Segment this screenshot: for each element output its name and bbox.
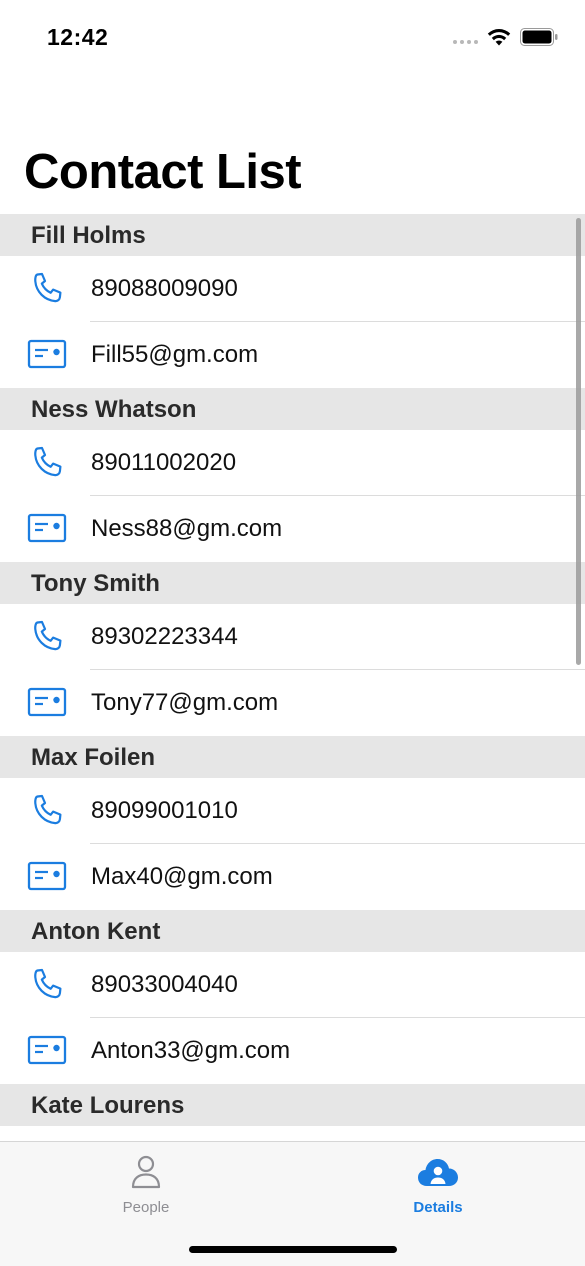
email-address: Anton33@gm.com <box>91 1037 291 1064</box>
battery-icon <box>520 28 558 46</box>
section-header: Anton Kent <box>0 910 585 952</box>
status-time: 12:42 <box>47 24 109 50</box>
tab-people-label: People <box>122 1199 170 1216</box>
contact-phone-row[interactable]: 89099001010 <box>0 778 585 844</box>
tab-details-label: Details <box>413 1199 463 1216</box>
email-card-icon <box>27 510 67 546</box>
phone-icon <box>27 270 67 306</box>
contact-email-row[interactable]: Max40@gm.com <box>0 844 585 910</box>
phone-icon <box>27 618 67 654</box>
page-title: Contact List <box>24 145 302 199</box>
email-address: Max40@gm.com <box>91 863 273 890</box>
section-header: Tony Smith <box>0 562 585 604</box>
status-bar: 12:42 <box>0 0 585 80</box>
tab-people[interactable]: People <box>76 1154 216 1234</box>
tab-details[interactable]: Details <box>368 1154 508 1234</box>
email-address: Fill55@gm.com <box>91 341 259 368</box>
section-header: Fill Holms <box>0 214 585 256</box>
email-address: Tony77@gm.com <box>91 689 279 716</box>
contact-phone-row[interactable]: 89302223344 <box>0 604 585 670</box>
scroll-indicator[interactable] <box>576 218 581 665</box>
contact-phone-row[interactable]: 89088009090 <box>0 256 585 322</box>
section-header: Max Foilen <box>0 736 585 778</box>
home-indicator[interactable] <box>189 1246 397 1253</box>
section-header: Kate Lourens <box>0 1084 585 1126</box>
phone-number: 89099001010 <box>91 797 238 824</box>
phone-icon <box>27 792 67 828</box>
contact-list[interactable]: Fill Holms 89088009090 Fill55@gm.com Ness W… <box>0 214 585 1142</box>
wifi-icon <box>487 29 511 46</box>
email-card-icon <box>27 684 67 720</box>
email-address: Ness88@gm.com <box>91 515 283 542</box>
phone-number: 89033004040 <box>91 971 238 998</box>
phone-icon <box>27 444 67 480</box>
contact-phone-row[interactable]: 89011002020 <box>0 430 585 496</box>
email-card-icon <box>27 336 67 372</box>
phone-number: 89302223344 <box>91 623 238 650</box>
phone-number: 89088009090 <box>91 275 238 302</box>
tab-bar: People Details <box>0 1141 585 1266</box>
contact-phone-row[interactable]: 89033004040 <box>0 952 585 1018</box>
phone-number: 89011002020 <box>91 449 237 476</box>
section-header: Ness Whatson <box>0 388 585 430</box>
contact-email-row[interactable]: Tony77@gm.com <box>0 670 585 736</box>
phone-icon <box>27 966 67 1002</box>
contact-email-row[interactable]: Ness88@gm.com <box>0 496 585 562</box>
contact-email-row[interactable]: Anton33@gm.com <box>0 1018 585 1084</box>
screen: 12:42 Contact List Fill Holms 89088009090… <box>0 0 585 1266</box>
person-icon <box>131 1155 161 1189</box>
signal-icon <box>453 40 478 44</box>
email-card-icon <box>27 858 67 894</box>
cloud-person-icon <box>418 1159 458 1186</box>
contact-email-row[interactable]: Fill55@gm.com <box>0 322 585 388</box>
email-card-icon <box>27 1032 67 1068</box>
